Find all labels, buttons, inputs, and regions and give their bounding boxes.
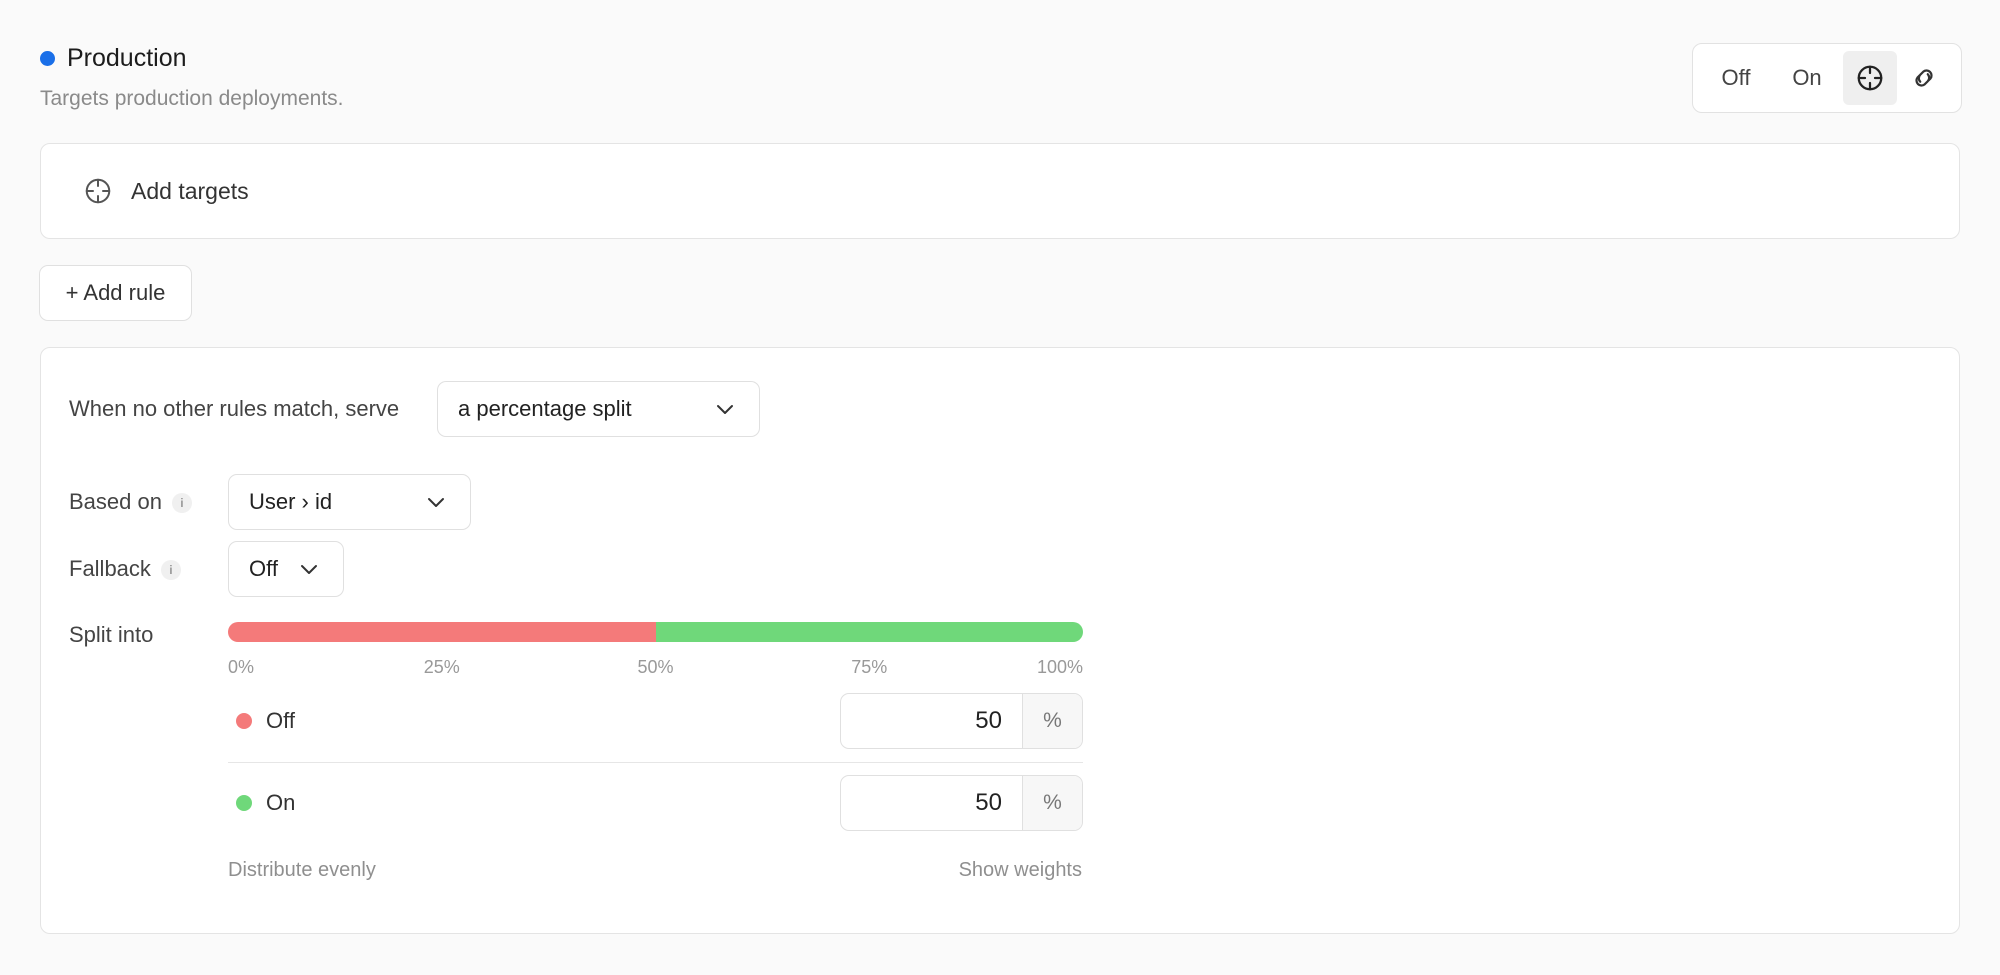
fallback-label-text: Fallback bbox=[69, 556, 151, 581]
mode-switch: Off On bbox=[1692, 43, 1962, 113]
mode-on-button[interactable]: On bbox=[1771, 51, 1843, 105]
split-into-label: Split into bbox=[69, 622, 154, 647]
chevron-down-icon bbox=[301, 565, 317, 574]
variation-color-dot bbox=[236, 713, 252, 729]
variation-percent-value[interactable]: 50 bbox=[841, 776, 1022, 830]
fallback-dropdown-value: Off bbox=[249, 556, 278, 581]
mode-off-button[interactable]: Off bbox=[1701, 51, 1771, 105]
based-on-dropdown[interactable]: User › id bbox=[228, 474, 471, 530]
mode-targeting-button[interactable] bbox=[1843, 51, 1897, 105]
environment-title-row: Production bbox=[40, 44, 344, 73]
info-icon[interactable]: i bbox=[171, 493, 192, 514]
variation-color-dot bbox=[236, 795, 252, 811]
variation-name: On bbox=[266, 790, 296, 815]
environment-description: Targets production deployments. bbox=[40, 87, 344, 110]
split-bar bbox=[228, 622, 1083, 642]
environment-title: Production bbox=[67, 44, 187, 72]
link-icon bbox=[1915, 69, 1933, 87]
add-targets-label: Add targets bbox=[131, 177, 249, 204]
variation-percent-input[interactable]: 50 % bbox=[840, 693, 1083, 749]
variation-divider bbox=[228, 762, 1083, 763]
serve-dropdown[interactable]: a percentage split bbox=[437, 381, 760, 437]
fallback-label: Fallback i bbox=[69, 556, 181, 582]
show-weights-link[interactable]: Show weights bbox=[959, 859, 1082, 882]
based-on-label: Based on i bbox=[69, 489, 192, 515]
environment-header: Production Targets production deployment… bbox=[40, 44, 344, 111]
percent-unit: % bbox=[1022, 776, 1082, 830]
variation-percent-value[interactable]: 50 bbox=[841, 694, 1022, 748]
crosshair-icon bbox=[1857, 65, 1883, 91]
split-tick: 25% bbox=[423, 657, 460, 677]
split-tick: 100% bbox=[1036, 657, 1083, 677]
split-tick: 75% bbox=[851, 657, 888, 677]
variation-name: Off bbox=[266, 708, 295, 733]
based-on-label-text: Based on bbox=[69, 489, 162, 514]
default-rule-panel: When no other rules match, serve a perce… bbox=[40, 347, 1960, 934]
variation-row: Off 50 % bbox=[228, 693, 1083, 749]
add-targets-button[interactable]: Add targets bbox=[40, 143, 1960, 239]
serve-dropdown-value: a percentage split bbox=[458, 396, 632, 421]
distribute-evenly-link[interactable]: Distribute evenly bbox=[228, 859, 376, 882]
serve-label: When no other rules match, serve bbox=[69, 396, 400, 421]
info-icon[interactable]: i bbox=[160, 560, 181, 581]
environment-status-dot bbox=[40, 51, 55, 66]
chevron-down-icon bbox=[717, 405, 733, 414]
variation-row: On 50 % bbox=[228, 775, 1083, 831]
split-segment-off bbox=[228, 622, 656, 642]
split-tick: 50% bbox=[637, 657, 674, 677]
fallback-dropdown[interactable]: Off bbox=[228, 541, 344, 597]
chevron-down-icon bbox=[428, 498, 444, 507]
split-tick: 0% bbox=[228, 657, 255, 677]
variation-percent-input[interactable]: 50 % bbox=[840, 775, 1083, 831]
mode-link-button[interactable] bbox=[1897, 51, 1951, 105]
percent-unit: % bbox=[1022, 694, 1082, 748]
add-rule-button[interactable]: + Add rule bbox=[39, 265, 192, 321]
crosshair-icon bbox=[85, 178, 111, 204]
based-on-dropdown-value: User › id bbox=[249, 489, 333, 514]
split-segment-on bbox=[655, 622, 1083, 642]
